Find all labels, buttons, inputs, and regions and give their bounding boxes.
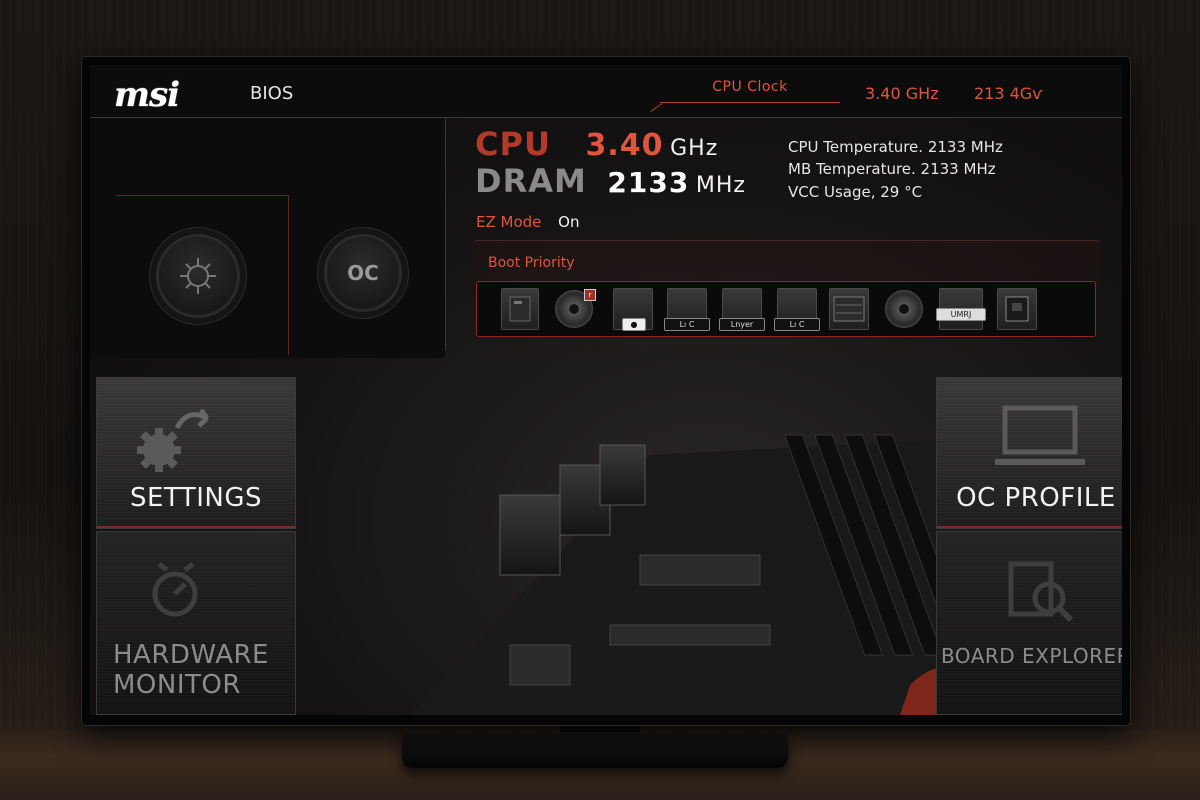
msi-logo: msi: [114, 75, 180, 115]
game-boost-icon: [156, 234, 240, 318]
boot-device-6[interactable]: Lı C: [774, 288, 820, 331]
cpu-unit: GHz: [670, 136, 719, 161]
bios-screen: msi BIOS CPU Clock 3.40 GHz 213 4Gѵ OC C…: [90, 65, 1122, 715]
hardware-label-line2: MONITOR: [113, 670, 241, 700]
oc-profile-divider: [937, 526, 1122, 528]
boot-device-6-label: Lı C: [774, 318, 820, 331]
board-explorer-label: BOARD EXPLORER: [940, 644, 1122, 668]
ez-mode-value: On: [558, 213, 580, 231]
settings-label: SETTINGS: [129, 483, 262, 513]
monitor-stand-base: [402, 732, 788, 768]
settings-gear-icon: [137, 408, 209, 472]
dram-readout: DRAM 2133 MHz: [475, 162, 746, 200]
top-bar: msi BIOS CPU Clock 3.40 GHz 213 4Gѵ: [90, 65, 1122, 117]
bios-label: BIOS: [250, 83, 294, 104]
dram-unit: MHz: [695, 173, 746, 198]
oc-profile-tile[interactable]: OC PROFILE: [936, 377, 1122, 529]
boot-device-3-label: ●: [622, 318, 646, 331]
boot-device-9-label: UMRJ: [936, 308, 986, 321]
hardware-monitor-tile[interactable]: HARDWARE MONITOR: [96, 531, 296, 715]
boot-device-5[interactable]: Lnyer: [719, 288, 765, 331]
board-explorer-icon: [1008, 561, 1074, 623]
oc-icon-text: OC: [347, 261, 379, 285]
dram-label: DRAM: [475, 162, 587, 200]
motherboard-image: [410, 434, 1030, 715]
oc-profile-icon: [995, 405, 1085, 465]
oc-profile-label: OC PROFILE: [956, 483, 1116, 513]
monitor-bezel: msi BIOS CPU Clock 3.40 GHz 213 4Gѵ OC C…: [82, 57, 1130, 725]
mb-temperature: MB Temperature. 2133 MHz: [788, 160, 996, 178]
cpu-clock-value: 3.40 GHz: [865, 84, 939, 103]
mode-tile-area: OC: [90, 118, 445, 358]
hardware-label-line1: HARDWARE: [113, 640, 269, 670]
boot-device-4[interactable]: Lı C: [664, 288, 710, 331]
boot-device-2-badge: r: [584, 289, 596, 301]
boot-device-9[interactable]: UMRJ: [936, 288, 986, 330]
cpu-frequency: 3.40: [585, 128, 664, 163]
boot-device-3[interactable]: ●: [613, 288, 653, 331]
cpu-readout: CPU 3.40 GHz: [475, 125, 718, 163]
header-secondary-value: 213 4Gѵ: [974, 84, 1043, 103]
cpu-temperature: CPU Temperature. 2133 MHz: [788, 138, 1003, 156]
game-boost-tile[interactable]: [116, 195, 289, 355]
boot-device-strip: r ● Lı C Lnyer Lı C UMRJ: [476, 281, 1096, 337]
dram-frequency: 2133: [607, 166, 690, 199]
cpu-clock-tab[interactable]: CPU Clock: [660, 79, 840, 103]
vcc-usage: VCC Usage, 29 °C: [788, 183, 923, 201]
boot-device-1[interactable]: [501, 288, 539, 330]
board-explorer-tile[interactable]: BOARD EXPLORER: [936, 531, 1122, 715]
boot-device-4-label: Lı C: [664, 318, 710, 331]
ez-mode-label: EZ Mode: [476, 213, 542, 231]
hardware-monitor-icon: [152, 562, 198, 617]
settings-tile[interactable]: SETTINGS: [96, 377, 296, 529]
cpu-label: CPU: [475, 125, 551, 163]
settings-divider: [97, 526, 295, 528]
boot-device-5-label: Lnyer: [719, 318, 765, 331]
boot-device-2[interactable]: r: [555, 289, 596, 328]
boot-priority-panel: Boot Priority r ● Lı C Lnyer Lı C UMRJ: [472, 240, 1102, 342]
oc-tile[interactable]: OC: [316, 218, 410, 328]
boot-device-10[interactable]: [997, 288, 1037, 330]
boot-device-8[interactable]: [885, 290, 923, 328]
oc-icon: OC: [324, 234, 402, 312]
boot-priority-title: Boot Priority: [488, 255, 575, 271]
boot-device-7[interactable]: [829, 288, 869, 330]
ez-mode[interactable]: EZ Mode On: [476, 213, 580, 231]
vertical-divider: [445, 118, 446, 350]
